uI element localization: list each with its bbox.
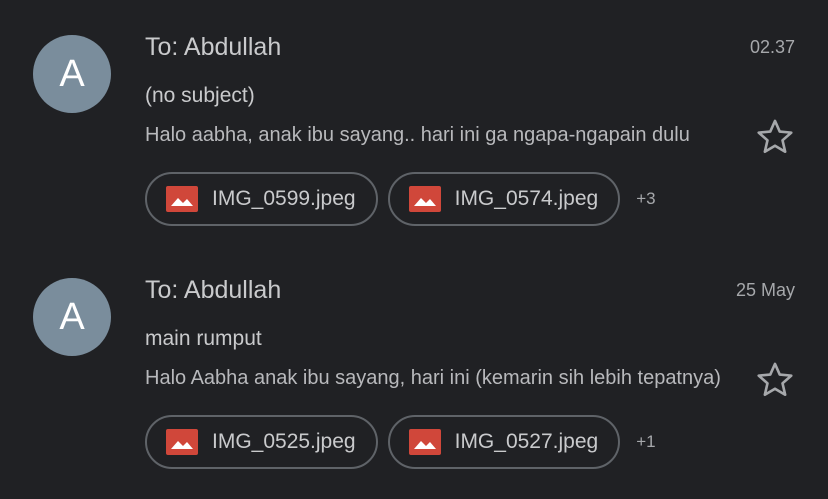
more-attachments-count[interactable]: +3 — [636, 189, 655, 209]
email-snippet: Halo Aabha anak ibu sayang, hari ini (ke… — [145, 367, 721, 389]
star-icon[interactable] — [754, 116, 796, 158]
more-attachments-count[interactable]: +1 — [636, 432, 655, 452]
avatar[interactable]: A — [33, 35, 111, 113]
image-icon — [166, 429, 198, 455]
email-recipient: To: Abdullah — [145, 276, 282, 304]
attachments: IMG_0599.jpeg IMG_0574.jpeg +3 — [145, 172, 656, 226]
attachment-chip[interactable]: IMG_0599.jpeg — [145, 172, 378, 226]
email-snippet: Halo aabha, anak ibu sayang.. hari ini g… — [145, 124, 690, 146]
attachment-name: IMG_0574.jpeg — [454, 187, 599, 210]
attachment-name: IMG_0599.jpeg — [212, 187, 356, 210]
email-time: 25 May — [735, 280, 795, 300]
star-icon[interactable] — [754, 359, 796, 401]
email-recipient: To: Abdullah — [145, 33, 282, 61]
image-icon — [166, 186, 198, 212]
image-icon — [408, 429, 441, 455]
attachment-name: IMG_0527.jpeg — [454, 430, 599, 453]
avatar[interactable]: A — [33, 278, 111, 356]
attachment-chip[interactable]: IMG_0574.jpeg — [387, 172, 621, 226]
email-item[interactable]: A To: Abdullah 25 May main rumput Halo A… — [0, 243, 828, 486]
attachment-chip[interactable]: IMG_0527.jpeg — [387, 415, 621, 469]
attachments: IMG_0525.jpeg IMG_0527.jpeg +1 — [145, 415, 656, 469]
email-time: 02.37 — [749, 37, 795, 57]
attachment-name: IMG_0525.jpeg — [212, 430, 356, 453]
avatar-letter: A — [59, 296, 85, 338]
email-subject: main rumput — [145, 327, 262, 350]
email-item[interactable]: A To: Abdullah 02.37 (no subject) Halo a… — [0, 0, 828, 243]
email-list: A To: Abdullah 02.37 (no subject) Halo a… — [0, 0, 828, 499]
image-icon — [408, 186, 441, 212]
avatar-letter: A — [59, 53, 85, 95]
attachment-chip[interactable]: IMG_0525.jpeg — [145, 415, 378, 469]
email-subject: (no subject) — [145, 84, 255, 107]
